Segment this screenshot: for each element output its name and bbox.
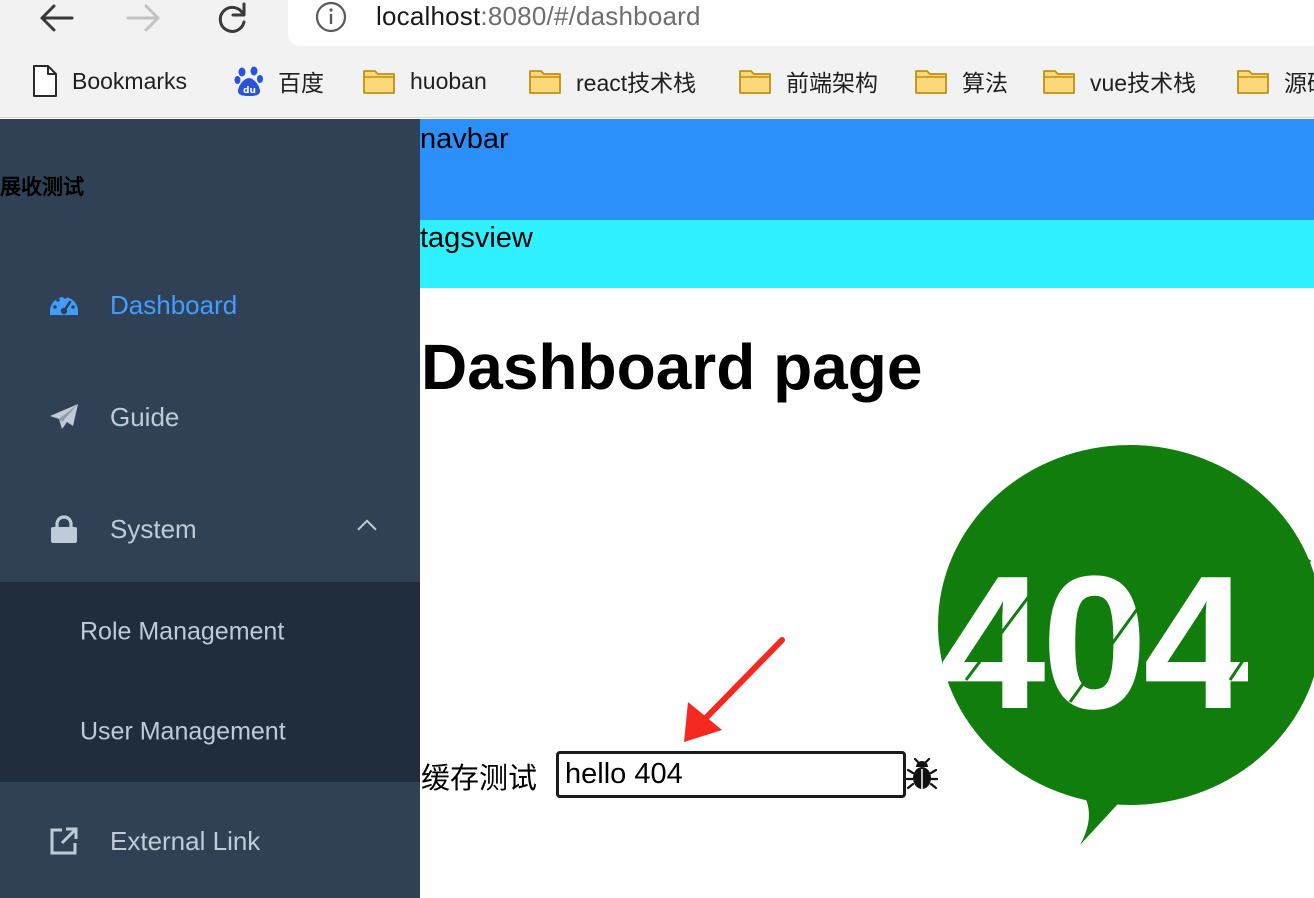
sidebar-brand: 展收测试 [0,176,84,199]
folder-icon [1043,70,1075,94]
bookmarks-bar: Bookmarks du 百度 huoban react技术栈 前端架构 算法 … [0,48,1314,118]
sidebar-item-label: Role Management [80,617,285,646]
annotation-arrow [684,637,785,742]
paper-plane-icon [50,404,78,429]
info-icon[interactable] [314,0,348,34]
reload-icon [218,2,246,33]
folder-icon [363,70,395,94]
bookmark-folder-algorithm[interactable]: 算法 [914,64,1008,98]
dashboard-icon [50,295,78,315]
sidebar-item-label: Dashboard [110,289,238,320]
tagsview: tagsview [420,220,1314,288]
svg-text:du: du [243,86,256,96]
chevron-up-icon [357,519,377,531]
lock-icon [51,515,77,543]
cache-test-label: 缓存测试 [421,763,538,795]
sidebar-item-role-management[interactable]: Role Management [0,582,420,682]
sidebar-item-external-link[interactable]: External Link [0,785,420,897]
bookmark-label: vue技术栈 [1090,70,1197,96]
reload-button[interactable] [210,0,254,36]
forward-button[interactable] [122,0,166,36]
external-link-icon [50,827,78,855]
logo-404-text: 404 [940,537,1248,749]
sidebar-item-guide[interactable]: Guide [0,361,420,473]
folder-icon [1237,70,1269,94]
bookmark-label: huoban [410,67,487,94]
bug-icon[interactable] [906,758,938,792]
bookmark-label: Bookmarks [72,67,188,94]
404-logo-image: 404 [938,445,1314,845]
system-submenu: Role Management User Management [0,582,420,782]
url-text: localhost:8080/#/dashboard [376,1,701,32]
bookmark-label: react技术栈 [576,70,697,96]
url-path: :8080/#/dashboard [480,1,701,31]
navbar: navbar [420,119,1314,220]
sidebar: 展收测试 Dashboard Guide System Role Managem… [0,119,420,898]
sidebar-item-label: External Link [110,825,261,856]
page-icon [33,65,57,97]
bookmark-label: 百度 [278,70,324,96]
cache-test-input[interactable] [556,751,906,798]
folder-icon [739,70,771,94]
baidu-icon: du [234,66,263,96]
navbar-label: navbar [420,123,509,155]
back-button[interactable] [34,0,78,36]
tagsview-label: tagsview [420,222,533,254]
folder-icon [915,70,947,94]
folder-icon [529,70,561,94]
bookmark-folder-frontend[interactable]: 前端架构 [738,64,878,98]
sidebar-item-user-management[interactable]: User Management [0,682,420,782]
sidebar-item-system[interactable]: System [0,473,420,585]
sidebar-item-label: User Management [80,717,286,746]
bookmark-folder-react[interactable]: react技术栈 [528,64,696,98]
sidebar-item-label: Guide [110,401,180,432]
bookmark-label: 前端架构 [786,70,878,96]
address-bar[interactable]: localhost:8080/#/dashboard [288,0,1314,46]
bookmark-folder-source[interactable]: 源码 [1236,64,1314,98]
bookmark-label: 算法 [962,70,1008,96]
sidebar-item-label: System [110,513,197,544]
page-title: Dashboard page [421,331,923,403]
forward-arrow-icon [126,4,160,32]
browser-toolbar: localhost:8080/#/dashboard [0,0,1314,48]
bookmark-folder-huoban[interactable]: huoban [362,64,487,98]
bookmark-folder-vue[interactable]: vue技术栈 [1042,64,1196,98]
url-host: localhost [376,1,481,31]
bookmark-baidu[interactable]: du 百度 [234,64,324,98]
bookmark-bookmarks[interactable]: Bookmarks [32,64,187,98]
back-arrow-icon [40,4,74,32]
bookmark-label: 源码 [1284,70,1314,96]
sidebar-item-dashboard[interactable]: Dashboard [0,249,420,361]
